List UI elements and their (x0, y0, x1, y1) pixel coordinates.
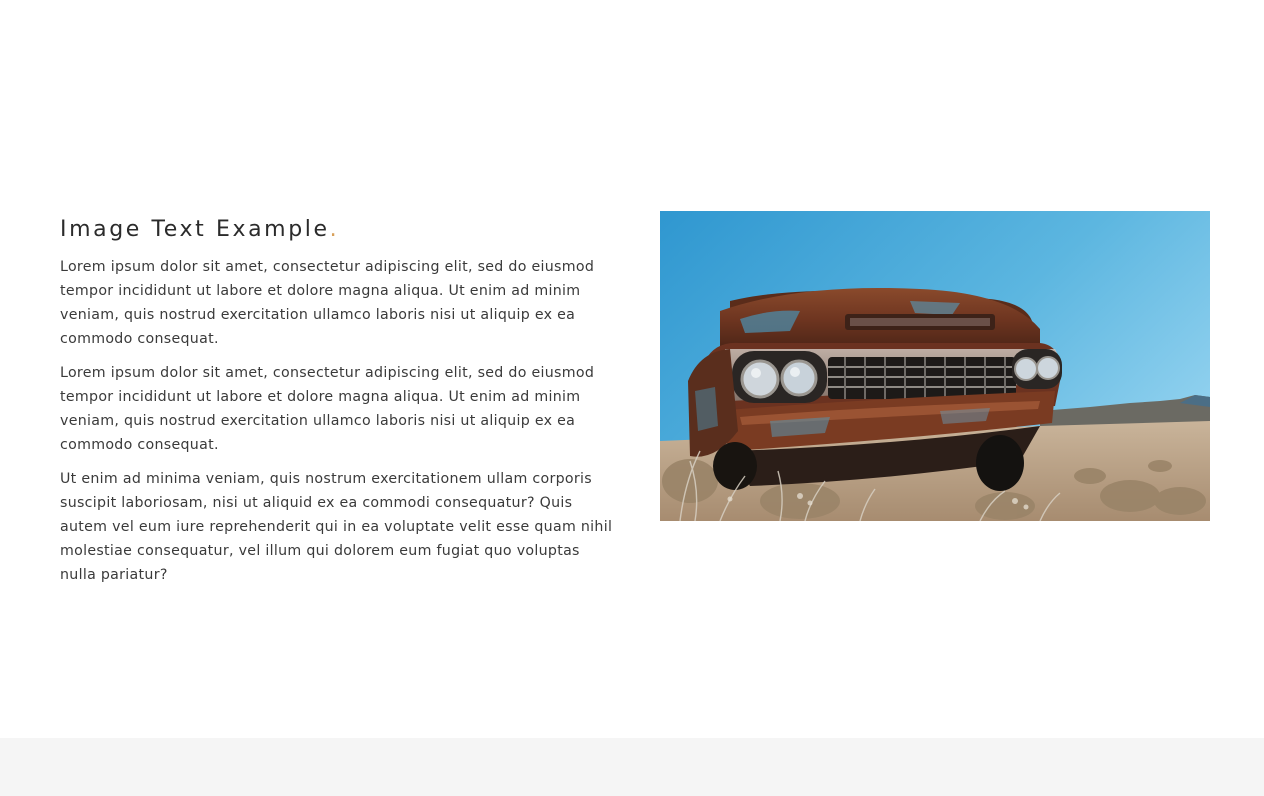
car-image (660, 211, 1210, 521)
paragraph-1: Lorem ipsum dolor sit amet, consectetur … (60, 259, 595, 347)
paragraph-3: Ut enim ad minima veniam, quis nostrum e… (60, 471, 613, 583)
section-heading: Image Text Example. (60, 213, 620, 247)
section-heading-text: Image Text Example (60, 217, 330, 242)
text-column: Image Text Example. Lorem ipsum dolor si… (60, 213, 620, 597)
rusty-car (688, 287, 1062, 491)
car-photo-illustration (660, 211, 1210, 521)
footer-band (0, 738, 1264, 796)
heading-accent-dot: . (329, 217, 340, 242)
paragraph-2: Lorem ipsum dolor sit amet, consectetur … (60, 365, 595, 453)
page: Image Text Example. Lorem ipsum dolor si… (0, 0, 1264, 796)
